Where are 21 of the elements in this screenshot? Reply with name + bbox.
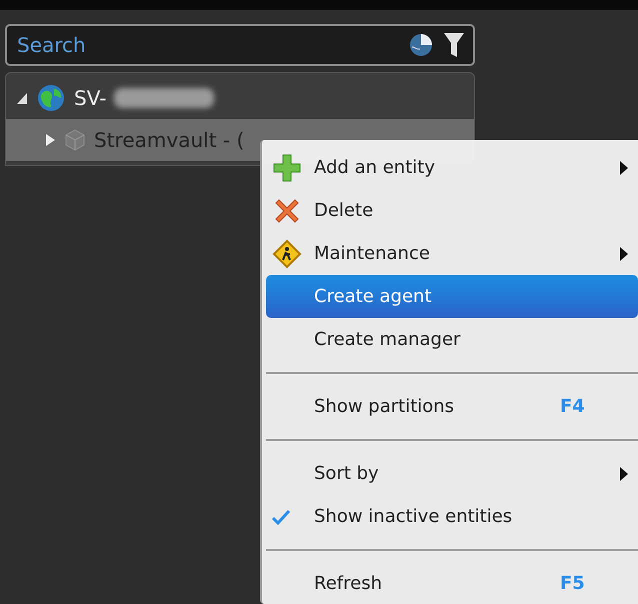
shortcut-label: F4: [560, 396, 586, 417]
menu-item[interactable]: Maintenance: [266, 232, 638, 275]
expand-arrow-icon[interactable]: [44, 133, 56, 147]
cube-icon: [64, 128, 86, 152]
menu-item[interactable]: Show partitions F4: [266, 385, 638, 428]
collapse-arrow-icon[interactable]: [16, 91, 28, 105]
menu-item[interactable]: Create manager: [266, 318, 638, 361]
shortcut-label: F5: [560, 573, 586, 594]
filter-icon[interactable]: [443, 31, 465, 59]
menu-item[interactable]: Create agent: [266, 275, 638, 318]
menu-item[interactable]: Refresh F5: [266, 562, 638, 604]
plus-icon: [272, 152, 302, 182]
tree-item-label: Streamvault - (: [94, 128, 244, 152]
search-input[interactable]: Search: [17, 33, 399, 57]
warning-sign-icon: [272, 238, 302, 268]
menu-item[interactable]: Delete: [266, 189, 638, 232]
tree-item-label: SV-: [74, 86, 106, 110]
menu-item[interactable]: Show inactive entities: [266, 495, 638, 538]
menu-item[interactable]: Sort by: [266, 452, 638, 495]
tree-item[interactable]: SV-: [6, 77, 474, 119]
search-field[interactable]: Search: [5, 24, 475, 66]
